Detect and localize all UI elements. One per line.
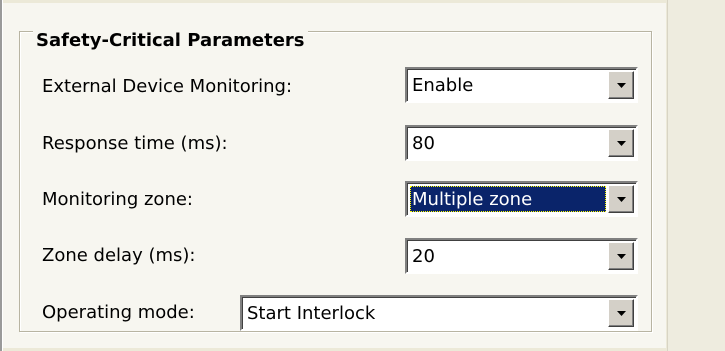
monitoring-zone-value: Multiple zone: [410, 186, 606, 212]
operating-mode-dropdown-button[interactable]: [608, 299, 634, 327]
monitoring-zone-label: Monitoring zone:: [42, 189, 193, 210]
zone-delay-dropdown-button[interactable]: [608, 242, 634, 270]
external-device-monitoring-select[interactable]: Enable: [405, 67, 638, 103]
operating-mode-select[interactable]: Start Interlock: [240, 295, 638, 331]
external-device-monitoring-value: Enable: [412, 75, 474, 96]
response-time-select[interactable]: 80: [405, 125, 638, 161]
zone-delay-value: 20: [412, 246, 435, 267]
operating-mode-value: Start Interlock: [247, 303, 376, 324]
group-title: Safety-Critical Parameters: [33, 28, 308, 54]
chevron-down-icon: [616, 82, 626, 88]
response-time-label: Response time (ms):: [42, 133, 228, 154]
monitoring-zone-dropdown-button[interactable]: [608, 185, 634, 213]
zone-delay-label: Zone delay (ms):: [42, 245, 196, 266]
external-device-monitoring-label: External Device Monitoring:: [42, 76, 293, 97]
monitoring-zone-select[interactable]: Multiple zone: [405, 181, 638, 217]
chevron-down-icon: [616, 310, 626, 316]
operating-mode-label: Operating mode:: [42, 302, 195, 323]
right-side-panel: [667, 0, 725, 351]
chevron-down-icon: [616, 196, 626, 202]
external-device-monitoring-dropdown-button[interactable]: [608, 71, 634, 99]
response-time-dropdown-button[interactable]: [608, 129, 634, 157]
response-time-value: 80: [412, 133, 435, 154]
zone-delay-select[interactable]: 20: [405, 238, 638, 274]
chevron-down-icon: [616, 140, 626, 146]
chevron-down-icon: [616, 253, 626, 259]
